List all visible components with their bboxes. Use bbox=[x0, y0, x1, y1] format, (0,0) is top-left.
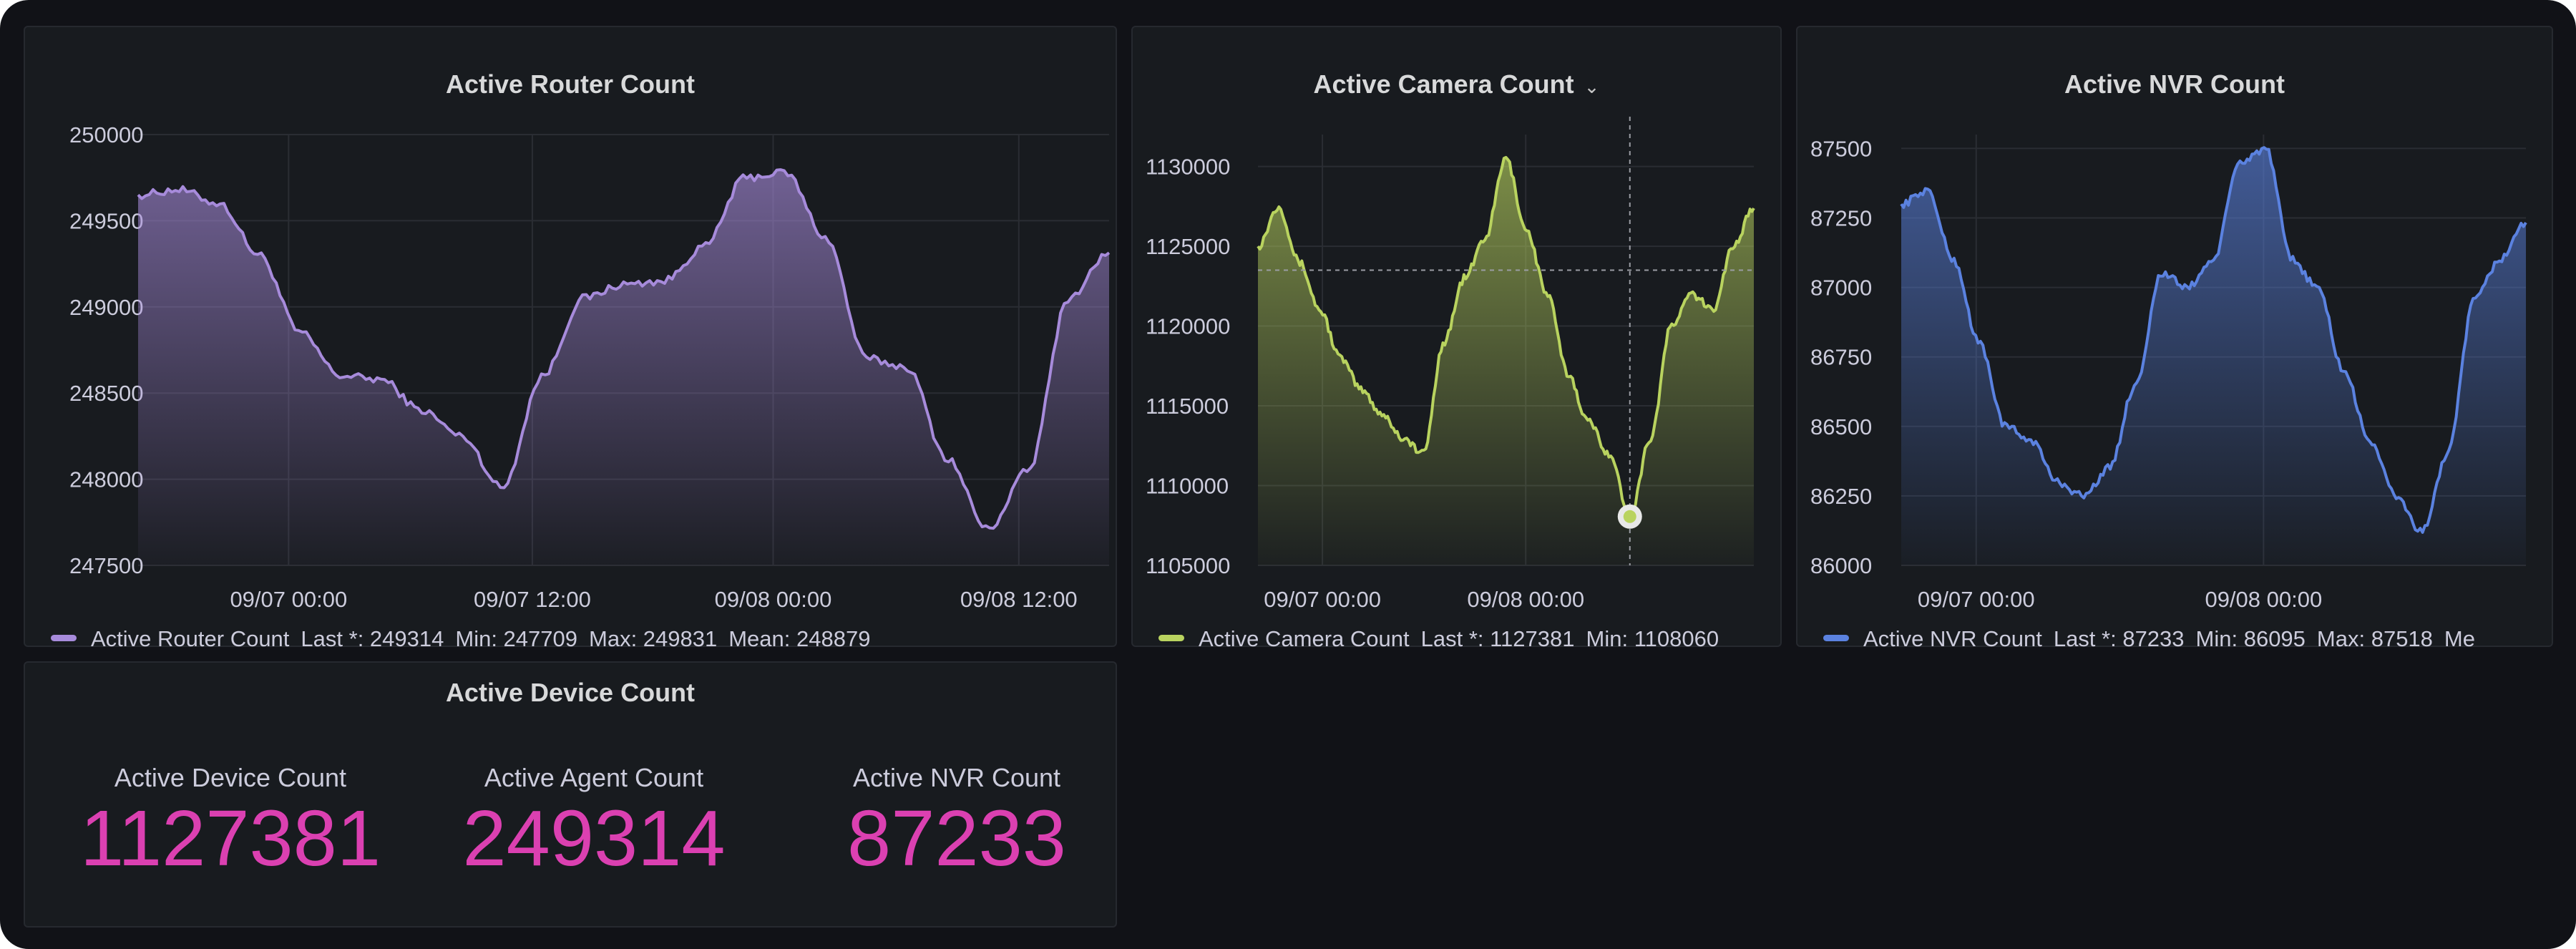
y-tick-label: 87500 bbox=[1810, 136, 1872, 161]
router-count-chart[interactable]: 250000 249500 249000 248500 248000 247500 09/0… bbox=[25, 27, 1118, 648]
legend[interactable]: Active NVR Count Last *: 87233 Min: 86095 M… bbox=[1823, 621, 2545, 657]
legend-min: Min: 1108060 bbox=[1586, 626, 1719, 651]
x-tick-label: 09/08 00:00 bbox=[1467, 587, 1584, 612]
stat-device-count: Active Device Count 1127381 bbox=[66, 761, 395, 882]
legend-series-name[interactable]: Active Router Count bbox=[91, 626, 289, 651]
panel-title[interactable]: Active Device Count bbox=[25, 677, 1116, 709]
y-tick-label: 1105000 bbox=[1146, 553, 1230, 578]
nvr-count-chart[interactable]: 87500 87250 87000 86750 86500 86250 86000 09/07… bbox=[1797, 27, 2555, 648]
legend[interactable]: Active Router Count Last *: 249314 Min: 24… bbox=[51, 621, 1108, 657]
y-tick-label: 87000 bbox=[1810, 276, 1872, 301]
nvr-count-panel[interactable]: Active NVR Count 87500 87250 87000 86750 865… bbox=[1796, 26, 2555, 651]
x-tick-label: 09/08 00:00 bbox=[2205, 587, 2322, 612]
legend-min: Min: 247709 bbox=[455, 626, 577, 651]
y-tick-label: 1130000 bbox=[1146, 155, 1230, 180]
legend-last: Last *: 1127381 bbox=[1420, 626, 1575, 651]
legend-mean: Me bbox=[2444, 626, 2475, 651]
legend-series-name[interactable]: Active NVR Count bbox=[1863, 626, 2042, 651]
y-tick-label: 248500 bbox=[69, 381, 143, 406]
series-area bbox=[1258, 157, 1754, 565]
y-tick-label: 87250 bbox=[1810, 206, 1872, 231]
series-swatch bbox=[1823, 635, 1849, 642]
legend-max: Max: 87518 bbox=[2316, 626, 2433, 651]
legend-series-name[interactable]: Active Camera Count bbox=[1199, 626, 1410, 651]
legend-last: Last *: 87233 bbox=[2053, 626, 2185, 651]
y-tick-label: 248000 bbox=[69, 467, 143, 492]
y-tick-label: 86000 bbox=[1810, 553, 1872, 578]
y-tick-label: 86500 bbox=[1810, 414, 1872, 439]
y-tick-label: 247500 bbox=[69, 553, 143, 578]
stat-value: 1127381 bbox=[79, 794, 381, 882]
stat-nvr-count: Active NVR Count 87233 bbox=[792, 761, 1121, 882]
x-tick-label: 09/07 00:00 bbox=[230, 587, 347, 612]
y-tick-label: 86250 bbox=[1810, 484, 1872, 509]
stat-value: 249314 bbox=[462, 794, 726, 882]
y-tick-label: 1115000 bbox=[1146, 394, 1229, 419]
y-tick-label: 249500 bbox=[69, 208, 143, 233]
stat-label: Active NVR Count bbox=[852, 763, 1061, 792]
stat-agent-count: Active Agent Count 249314 bbox=[429, 761, 758, 882]
y-tick-label: 1125000 bbox=[1146, 234, 1230, 259]
x-tick-label: 09/07 00:00 bbox=[1918, 587, 2035, 612]
x-tick-label: 09/08 12:00 bbox=[960, 587, 1078, 612]
y-tick-label: 1120000 bbox=[1146, 314, 1230, 339]
stat-label: Active Device Count bbox=[114, 763, 347, 792]
series-area bbox=[138, 170, 1109, 566]
dashboard: Active Router Count 250000 249500 249000 24… bbox=[0, 0, 2576, 949]
y-tick-label: 250000 bbox=[69, 122, 143, 147]
legend-mean: Mean: 248879 bbox=[728, 626, 871, 651]
legend[interactable]: Active Camera Count Last *: 1127381 Min: 1… bbox=[1158, 621, 1773, 657]
x-tick-label: 09/07 00:00 bbox=[1264, 587, 1381, 612]
series-swatch bbox=[1158, 635, 1184, 642]
y-tick-label: 249000 bbox=[69, 295, 143, 320]
x-tick-label: 09/07 12:00 bbox=[474, 587, 591, 612]
stat-label: Active Agent Count bbox=[484, 763, 704, 792]
series-swatch bbox=[51, 635, 77, 642]
x-tick-label: 09/08 00:00 bbox=[715, 587, 832, 612]
stat-value: 87233 bbox=[847, 794, 1066, 882]
legend-max: Max: 249831 bbox=[589, 626, 718, 651]
legend-last: Last *: 249314 bbox=[301, 626, 444, 651]
y-tick-label: 1110000 bbox=[1146, 474, 1229, 499]
hover-point bbox=[1623, 510, 1636, 523]
y-tick-label: 86750 bbox=[1810, 345, 1872, 370]
camera-count-chart[interactable]: 1130000 1125000 1120000 1115000 1110000 11050… bbox=[1133, 27, 1783, 648]
camera-count-panel[interactable]: Active Camera Count ⌄ 1130000 1125000 11200… bbox=[1131, 26, 1783, 651]
legend-min: Min: 86095 bbox=[2195, 626, 2306, 651]
router-count-panel[interactable]: Active Router Count 250000 249500 249000 24… bbox=[24, 26, 1118, 651]
device-count-panel[interactable]: Active Device Count Active Device Count … bbox=[24, 661, 1117, 928]
